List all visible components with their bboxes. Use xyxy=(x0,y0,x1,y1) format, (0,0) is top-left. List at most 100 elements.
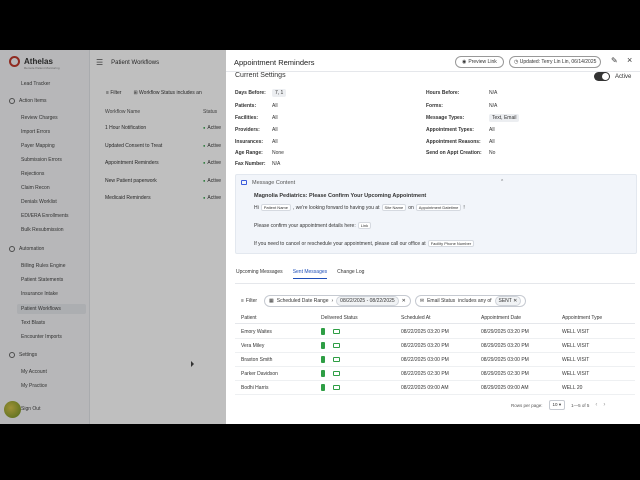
setting-value: All xyxy=(489,139,495,145)
scheduled-at: 08/22/2025 03:20 PM xyxy=(401,343,449,349)
message-header-label: Message Content xyxy=(252,180,296,186)
date-value-chip[interactable]: 08/22/2025 - 08/22/2025 xyxy=(336,296,399,306)
setting-value: All xyxy=(272,103,278,109)
scheduled-at: 08/22/2025 09:00 AM xyxy=(401,385,449,391)
chip-value: SENT xyxy=(498,298,512,304)
patient-name: Bodhi Harris xyxy=(241,385,269,391)
tab-bar: Upcoming Messages Sent Messages Change L… xyxy=(236,269,364,279)
scheduled-at: 08/22/2025 03:20 PM xyxy=(401,329,449,335)
text: ! xyxy=(463,205,465,211)
setting-value: All xyxy=(272,139,278,145)
panel-title: Appointment Reminders xyxy=(234,58,315,67)
chevron-up-icon[interactable]: ⌃ xyxy=(500,179,504,185)
column-header[interactable]: Delivered Status xyxy=(321,315,358,321)
setting-label: Forms: xyxy=(426,103,443,109)
section-title: Current Settings xyxy=(235,72,286,79)
prev-page-icon[interactable]: ‹ xyxy=(595,402,597,408)
email-delivered-icon xyxy=(333,343,340,348)
preview-link-button[interactable]: ◉ Preview Link xyxy=(455,56,504,68)
setting-label: Patients: xyxy=(235,103,257,109)
message-icon xyxy=(241,180,247,185)
setting-label: Send on Appt Creation: xyxy=(426,150,482,156)
message-content-box: Message Content ⌃ Magnolia Pediatrics: P… xyxy=(235,174,637,254)
workflow-detail-panel: Appointment Reminders ◉ Preview Link ◷ Up… xyxy=(226,50,640,424)
text: Hi xyxy=(254,205,259,211)
divider xyxy=(235,283,635,284)
table-row[interactable]: Emory Waites 08/22/2025 03:20 PM 08/29/2… xyxy=(235,325,635,339)
appointment-type: WELL VISIT xyxy=(562,343,590,349)
scheduled-at: 08/22/2025 03:00 PM xyxy=(401,357,449,363)
tab-change-log[interactable]: Change Log xyxy=(337,269,364,279)
chevron-right-icon: › xyxy=(331,298,334,304)
appointment-date: 08/29/2025 03:00 PM xyxy=(481,357,529,363)
close-icon[interactable]: ✕ xyxy=(513,298,517,304)
table-row[interactable]: Braxton Smith 08/22/2025 03:00 PM 08/29/… xyxy=(235,353,635,367)
placeholder-chip: Appointment Datetime xyxy=(415,204,462,211)
setting-label: Facilities: xyxy=(235,115,259,121)
email-delivered-icon xyxy=(333,357,340,362)
setting-label: Appointment Reasons: xyxy=(426,139,481,145)
patient-name: Braxton Smith xyxy=(241,357,273,363)
text: Please confirm your appointment details … xyxy=(254,223,356,229)
placeholder-chip: Site Name xyxy=(381,204,407,211)
setting-label: Age Range: xyxy=(235,150,263,156)
column-header[interactable]: Scheduled At xyxy=(401,315,430,321)
calendar-icon: ▦ xyxy=(269,298,274,304)
setting-label: Appointment Types: xyxy=(426,127,474,133)
close-icon[interactable]: ✕ xyxy=(402,298,406,304)
active-toggle[interactable] xyxy=(594,72,610,81)
updated-info: ◷ Updated: Terry Lin Lin, 06/14/2025 xyxy=(509,56,602,68)
next-page-icon[interactable]: › xyxy=(603,402,605,408)
table-header: Patient Delivered Status Scheduled At Ap… xyxy=(235,312,635,324)
chevron-down-icon: ▾ xyxy=(558,402,562,407)
setting-label: Fax Number: xyxy=(235,161,266,167)
sms-delivered-icon xyxy=(321,328,325,335)
value-chip: 7, 1 xyxy=(272,89,287,97)
updated-text: Updated: Terry Lin Lin, 06/14/2025 xyxy=(519,59,597,65)
email-status-filter[interactable]: ✉ Email Status includes any of SENT ✕ xyxy=(414,295,527,307)
chip-label: Email Status xyxy=(427,298,456,304)
pagination: Rows per page: 10 ▾ 1—5 of 5 ‹ › xyxy=(511,400,605,410)
table-row[interactable]: Bodhi Harris 08/22/2025 09:00 AM 08/29/2… xyxy=(235,381,635,395)
tab-sent-messages[interactable]: Sent Messages xyxy=(292,269,328,279)
rows-per-page-select[interactable]: 10 ▾ xyxy=(548,400,566,410)
message-title: Magnolia Pediatrics: Please Confirm Your… xyxy=(254,193,427,199)
app-window: Athelas Remote Patient Monitoring Lead T… xyxy=(0,50,640,424)
toggle-label: Active xyxy=(615,74,632,80)
setting-value: 7, 1 xyxy=(272,89,287,97)
sms-delivered-icon xyxy=(321,356,325,363)
sms-delivered-icon xyxy=(321,384,325,391)
appointment-type: WELL VISIT xyxy=(562,357,590,363)
modal-backdrop[interactable] xyxy=(0,50,226,424)
filter-button[interactable]: ≡ Filter xyxy=(238,296,260,306)
placeholder-chip: Patient Name xyxy=(260,204,291,211)
sms-delivered-icon xyxy=(321,370,325,377)
edit-icon[interactable]: ✎ xyxy=(611,56,618,65)
filter-icon: ≡ xyxy=(241,298,244,304)
table-row[interactable]: Parker Davidson 08/22/2025 02:30 PM 08/2… xyxy=(235,367,635,381)
appointment-type: WELL VISIT xyxy=(562,329,590,335)
date-range-filter[interactable]: ▦ Scheduled Date Range › 08/22/2025 - 08… xyxy=(264,295,411,307)
patient-name: Emory Waites xyxy=(241,329,272,335)
appointment-date: 08/29/2025 03:20 PM xyxy=(481,343,529,349)
setting-value: N/A xyxy=(489,103,498,109)
eye-icon: ◉ xyxy=(462,59,467,65)
setting-label: Days Before: xyxy=(235,90,266,96)
text: on xyxy=(408,205,414,211)
tab-upcoming-messages[interactable]: Upcoming Messages xyxy=(236,269,283,279)
setting-value: N/A xyxy=(272,161,281,167)
email-value-chip[interactable]: SENT ✕ xyxy=(494,296,522,306)
column-header[interactable]: Appointment Type xyxy=(562,315,602,321)
message-line: Please confirm your appointment details … xyxy=(254,222,373,229)
message-header[interactable]: Message Content xyxy=(241,180,295,186)
column-header[interactable]: Appointment Date xyxy=(481,315,521,321)
column-header[interactable]: Patient xyxy=(241,315,257,321)
setting-value: Text, Email xyxy=(489,114,520,122)
setting-value: All xyxy=(272,115,278,121)
email-delivered-icon xyxy=(333,329,340,334)
setting-value: N/A xyxy=(489,90,498,96)
table-row[interactable]: Vera Miley 08/22/2025 03:20 PM 08/29/202… xyxy=(235,339,635,353)
button-label: Preview Link xyxy=(468,59,497,65)
close-icon[interactable]: × xyxy=(627,55,632,65)
sms-delivered-icon xyxy=(321,342,325,349)
